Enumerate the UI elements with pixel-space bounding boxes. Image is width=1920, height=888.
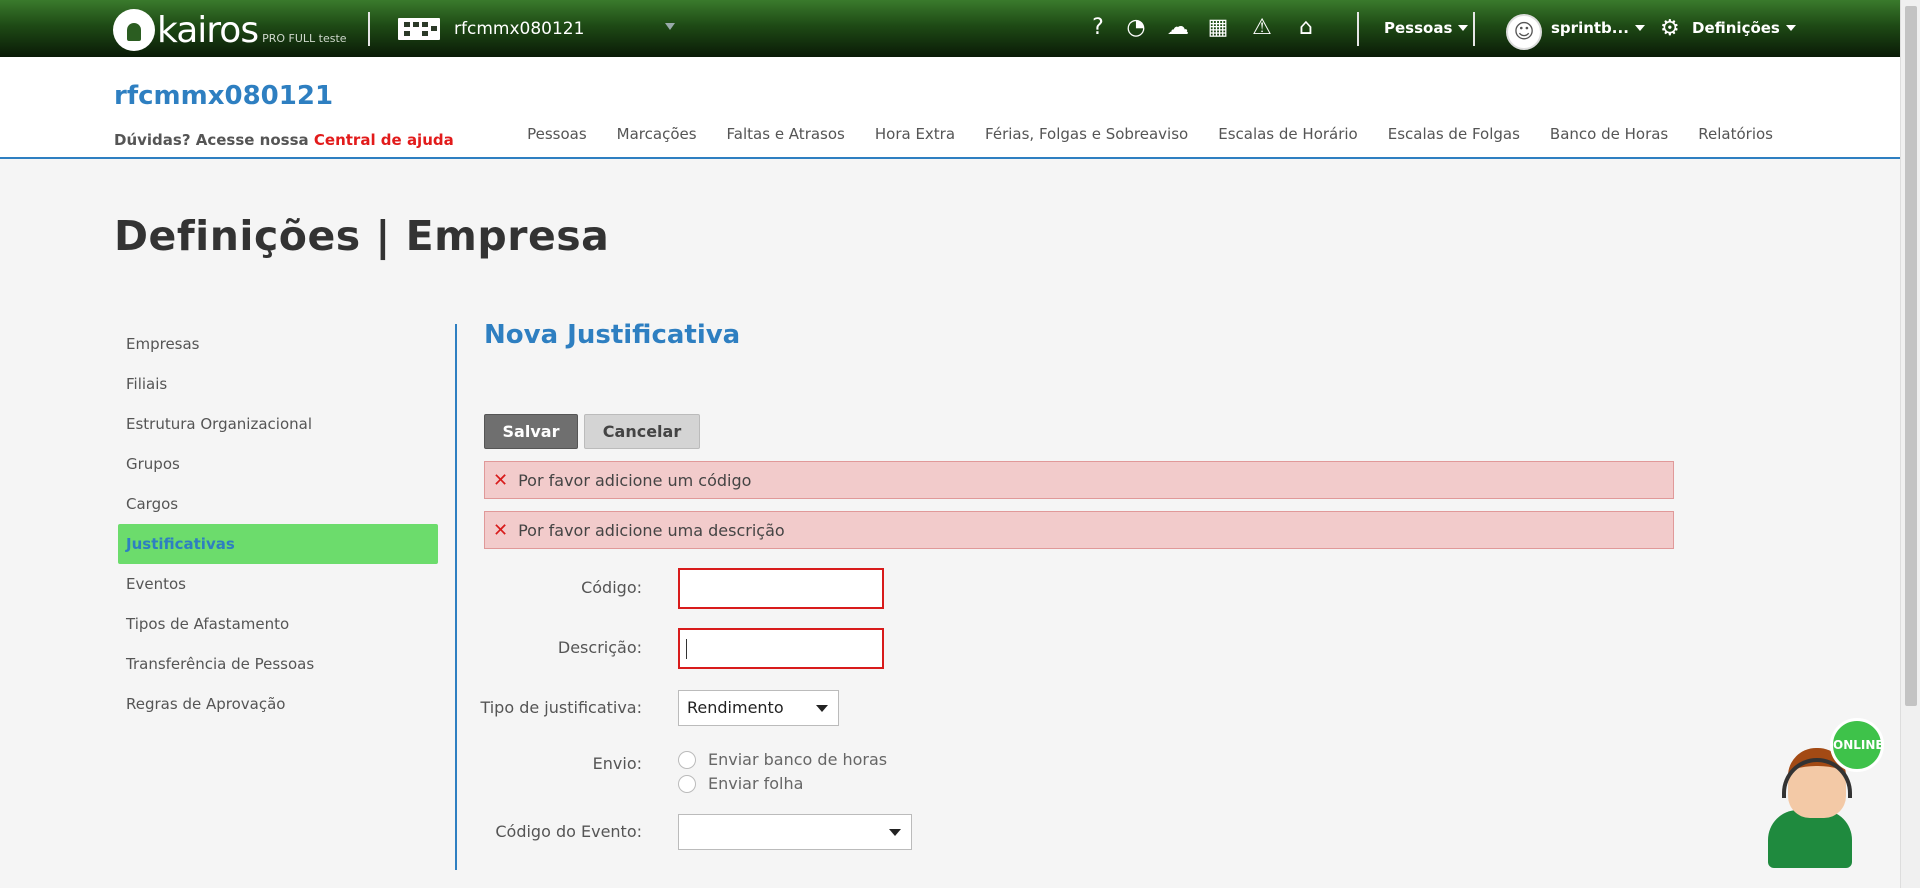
error-x-icon: ✕	[493, 469, 509, 491]
radio-label: Enviar folha	[708, 774, 804, 793]
descricao-input[interactable]	[678, 628, 884, 669]
settings-menu-label: Definições	[1692, 19, 1780, 37]
user-menu-label: sprintb...	[1551, 19, 1629, 37]
save-button[interactable]: Salvar	[484, 414, 578, 449]
building-icon	[398, 18, 440, 40]
nav-banco-horas[interactable]: Banco de Horas	[1550, 125, 1668, 143]
header: rfcmmx080121 Dúvidas? Acesse nossa Centr…	[0, 57, 1900, 159]
tipo-label: Tipo de justificativa:	[480, 698, 642, 717]
settings-menu[interactable]: Definições	[1692, 19, 1796, 37]
text-cursor	[686, 639, 687, 659]
sidebar-item-cargos[interactable]: Cargos	[118, 484, 438, 524]
sidebar-item-filiais[interactable]: Filiais	[118, 364, 438, 404]
warning-icon[interactable]: ⚠	[1248, 16, 1276, 40]
calculator-icon[interactable]: ▦	[1204, 16, 1232, 40]
company-selector[interactable]: rfcmmx080121	[398, 18, 584, 40]
top-divider	[368, 12, 370, 46]
gear-icon[interactable]: ⚙	[1660, 17, 1680, 41]
page-scrollbar[interactable]	[1900, 0, 1920, 888]
tipo-select-value: Rendimento	[687, 698, 784, 717]
chevron-down-icon	[1458, 25, 1469, 31]
radio-enviar-banco[interactable]: Enviar banco de horas	[678, 750, 887, 769]
user-menu[interactable]: sprintb...	[1551, 19, 1645, 37]
inbox-icon[interactable]: ⌂	[1292, 16, 1320, 40]
sidebar-item-transferencia[interactable]: Transferência de Pessoas	[118, 644, 438, 684]
logo-mark-icon	[113, 9, 155, 51]
page-title: Definições | Empresa	[114, 212, 610, 260]
form-actions: Salvar Cancelar	[484, 414, 700, 449]
help-line: Dúvidas? Acesse nossa Central de ajuda	[114, 131, 454, 149]
top-bar: kairos PRO FULL teste rfcmmx080121 ? ◔ ☁…	[0, 0, 1900, 57]
scrollbar-thumb[interactable]	[1905, 6, 1917, 706]
chat-bubble-icon[interactable]: ◔	[1122, 16, 1150, 40]
error-alert-codigo: ✕ Por favor adicione um código	[484, 461, 1674, 499]
help-icon[interactable]: ?	[1084, 16, 1112, 40]
nav-escalas-folgas[interactable]: Escalas de Folgas	[1388, 125, 1520, 143]
sidebar-item-regras-aprovacao[interactable]: Regras de Aprovação	[118, 684, 438, 724]
radio-circle-icon[interactable]	[678, 750, 696, 769]
radio-circle-icon[interactable]	[678, 774, 696, 793]
avatar[interactable]: ☺	[1506, 14, 1542, 50]
help-center-link[interactable]: Central de ajuda	[314, 131, 454, 149]
evento-label: Código do Evento:	[495, 822, 642, 841]
chevron-down-icon	[889, 829, 901, 836]
sidebar-item-eventos[interactable]: Eventos	[118, 564, 438, 604]
chat-widget[interactable]: ONLINE	[1762, 718, 1890, 868]
main-nav: Pessoas Marcações Faltas e Atrasos Hora …	[497, 125, 1773, 143]
sidebar-item-tipos-afastamento[interactable]: Tipos de Afastamento	[118, 604, 438, 644]
error-x-icon: ✕	[493, 519, 509, 541]
online-badge[interactable]: ONLINE	[1830, 718, 1884, 772]
error-message: Por favor adicione um código	[518, 470, 752, 490]
form-title: Nova Justificativa	[484, 320, 741, 350]
nav-pessoas[interactable]: Pessoas	[527, 125, 587, 143]
nav-marcacoes[interactable]: Marcações	[617, 125, 697, 143]
error-message: Por favor adicione uma descrição	[518, 520, 785, 540]
sidebar-item-grupos[interactable]: Grupos	[118, 444, 438, 484]
nav-relatorios[interactable]: Relatórios	[1698, 125, 1773, 143]
people-menu-label: Pessoas	[1384, 19, 1453, 37]
nav-faltas-atrasos[interactable]: Faltas e Atrasos	[727, 125, 845, 143]
nav-escalas-horario[interactable]: Escalas de Horário	[1218, 125, 1358, 143]
cancel-button[interactable]: Cancelar	[584, 414, 700, 449]
envio-label: Envio:	[592, 754, 642, 773]
chevron-down-icon	[816, 705, 828, 712]
chevron-down-icon	[1634, 25, 1645, 31]
nav-hora-extra[interactable]: Hora Extra	[875, 125, 955, 143]
logo-subtitle: PRO FULL teste	[262, 32, 347, 45]
sidebar-divider	[455, 324, 457, 870]
tipo-select[interactable]: Rendimento	[678, 690, 839, 726]
form-panel: Nova Justificativa Salvar Cancelar ✕ Por…	[480, 320, 1674, 850]
sidebar-item-justificativas[interactable]: Justificativas	[118, 524, 438, 564]
chevron-down-icon	[1785, 25, 1796, 31]
nav-ferias-folgas[interactable]: Férias, Folgas e Sobreaviso	[985, 125, 1188, 143]
chat-agent-body	[1768, 810, 1852, 868]
error-alert-descricao: ✕ Por favor adicione uma descrição	[484, 511, 1674, 549]
sidebar: Empresas Filiais Estrutura Organizaciona…	[118, 324, 438, 724]
codigo-label: Código:	[581, 578, 642, 597]
chevron-down-icon[interactable]	[665, 23, 675, 30]
people-menu[interactable]: Pessoas	[1384, 19, 1469, 37]
radio-label: Enviar banco de horas	[708, 750, 888, 769]
top-divider	[1473, 12, 1475, 46]
descricao-label: Descrição:	[557, 638, 642, 657]
radio-enviar-folha[interactable]: Enviar folha	[678, 774, 803, 793]
company-selector-label: rfcmmx080121	[454, 19, 585, 39]
company-title: rfcmmx080121	[114, 81, 334, 111]
kairos-logo[interactable]: kairos PRO FULL teste	[113, 5, 347, 51]
logo-text: kairos	[157, 10, 259, 51]
help-prefix: Dúvidas? Acesse nossa	[114, 131, 309, 149]
sidebar-item-estrutura[interactable]: Estrutura Organizacional	[118, 404, 438, 444]
top-divider	[1357, 12, 1359, 46]
evento-select[interactable]	[678, 814, 912, 850]
cloud-upload-icon[interactable]: ☁	[1164, 16, 1192, 40]
codigo-input[interactable]	[678, 568, 884, 609]
sidebar-item-empresas[interactable]: Empresas	[118, 324, 438, 364]
